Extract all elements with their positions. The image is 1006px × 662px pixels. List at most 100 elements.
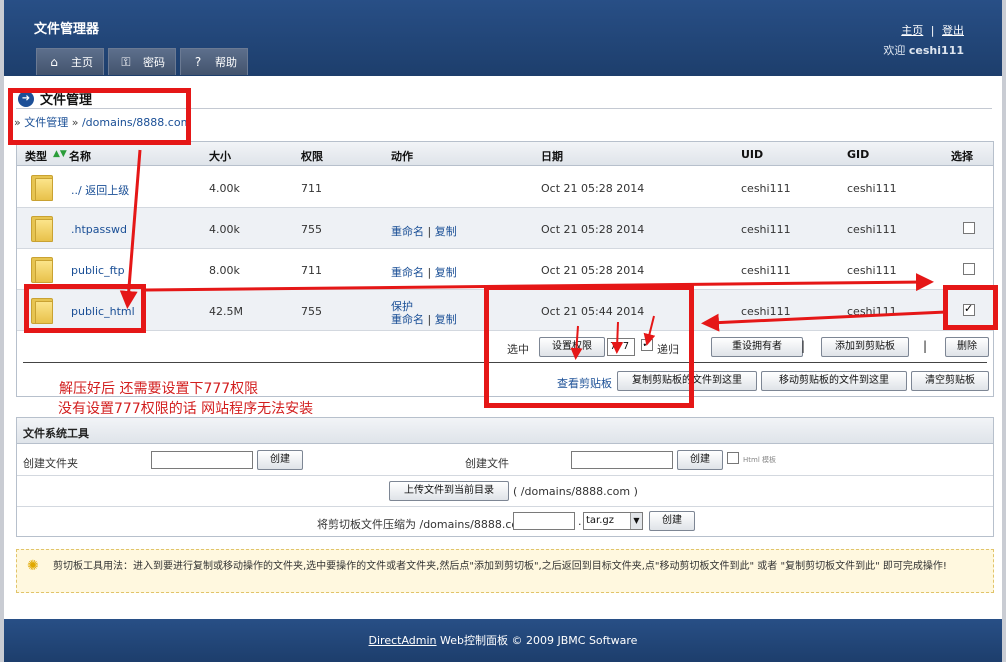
tools-row-upload: 上传文件到当前目录 ( /domains/8888.com ) (17, 476, 993, 507)
reset-owner-button[interactable]: 重设拥有者 (711, 337, 803, 357)
directadmin-link[interactable]: DirectAdmin (369, 634, 437, 647)
row-checkbox[interactable] (963, 263, 975, 275)
action-separator: | (427, 266, 432, 279)
file-size: 8.00k (209, 264, 240, 277)
file-date: Oct 21 05:28 2014 (541, 223, 645, 236)
selected-label: 选中 (507, 343, 529, 356)
upload-button[interactable]: 上传文件到当前目录 (389, 481, 509, 501)
file-name[interactable]: ../ 返回上级 (71, 182, 129, 198)
file-table: 类型 ▲▼ 名称 大小 权限 动作 日期 UID GID 选择 ../ 返回上级… (16, 141, 994, 397)
tab-home[interactable]: ⌂ 主页 (36, 48, 104, 75)
file-uid: ceshi111 (741, 305, 791, 318)
file-perm: 711 (301, 264, 322, 277)
col-action: 动作 (391, 150, 413, 163)
col-size[interactable]: 大小 (209, 148, 231, 164)
compress-dot: . (578, 515, 582, 528)
html-template-checkbox[interactable] (727, 452, 739, 464)
file-size: 4.00k (209, 182, 240, 195)
file-perm: 711 (301, 182, 322, 195)
create-folder-label: 创建文件夹 (23, 457, 78, 470)
username: ceshi111 (908, 44, 964, 57)
tools-row-create: 创建文件夹 创建 创建文件 创建 Html 模板 (17, 445, 993, 476)
logout-link[interactable]: 登出 (942, 24, 964, 37)
tools-row-compress: 将剪切板文件压缩为 /domains/8888.com . tar.gz ▼ 创… (17, 507, 993, 538)
move-clipboard-here-button[interactable]: 移动剪贴板的文件到这里 (761, 371, 907, 391)
tab-password-label: 密码 (143, 56, 165, 69)
create-folder-input[interactable] (151, 451, 253, 469)
table-row: public_ftp 8.00k 711 重命名 | 复制 Oct 21 05:… (17, 249, 993, 290)
copy-clipboard-here-button[interactable]: 复制剪贴板的文件到这里 (617, 371, 757, 391)
file-uid: ceshi111 (741, 264, 791, 277)
rename-link[interactable]: 重命名 (391, 225, 424, 238)
copy-link[interactable]: 复制 (435, 313, 457, 326)
col-perm[interactable]: 权限 (301, 148, 323, 164)
compress-format-select[interactable]: tar.gz ▼ (583, 512, 643, 530)
file-name[interactable]: public_html (71, 305, 135, 318)
set-permission-button[interactable]: 设置权限 (539, 337, 605, 357)
col-date[interactable]: 日期 (541, 148, 563, 164)
row-checkbox-checked[interactable] (963, 302, 975, 316)
create-file-button[interactable]: 创建 (677, 450, 723, 470)
separator: | (691, 339, 696, 353)
app-title: 文件管理器 (34, 22, 100, 37)
compress-name-input[interactable] (513, 512, 575, 530)
recursive-checkbox[interactable] (641, 337, 653, 351)
action-separator: | (427, 225, 432, 238)
file-system-tools: 文件系统工具 创建文件夹 创建 创建文件 创建 Html 模板 上传文件到当前目… (16, 417, 994, 537)
breadcrumb-root[interactable]: 文件管理 (24, 116, 68, 129)
col-type[interactable]: 类型 (25, 148, 47, 164)
title-divider (16, 108, 992, 109)
file-perm: 755 (301, 305, 322, 318)
create-file-label: 创建文件 (465, 457, 509, 470)
tools-title: 文件系统工具 (23, 427, 89, 440)
clear-clipboard-button[interactable]: 清空剪贴板 (911, 371, 989, 391)
create-file-input[interactable] (571, 451, 673, 469)
file-date: Oct 21 05:44 2014 (541, 305, 645, 318)
file-perm: 755 (301, 223, 322, 236)
file-date: Oct 21 05:28 2014 (541, 182, 645, 195)
file-gid: ceshi111 (847, 182, 897, 195)
tab-help-label: 帮助 (215, 56, 237, 69)
app-window: 文件管理器 主页 | 登出 欢迎 ceshi111 ⌂ 主页 ⚿ 密码 ? 帮助… (4, 0, 1002, 662)
breadcrumb-separator: » (14, 116, 21, 129)
table-row: public_html 42.5M 755 保护 重命名 | 复制 Oct 21… (17, 290, 993, 331)
recursive-label: 递归 (657, 343, 679, 356)
file-uid: ceshi111 (741, 182, 791, 195)
file-uid: ceshi111 (741, 223, 791, 236)
delete-button[interactable]: 删除 (945, 337, 989, 357)
upload-path: ( /domains/8888.com ) (513, 485, 638, 498)
welcome-text: 欢迎 ceshi111 (883, 42, 964, 58)
breadcrumb-separator: » (71, 116, 79, 129)
folder-icon (31, 175, 53, 201)
col-uid[interactable]: UID (741, 148, 763, 161)
view-clipboard-link[interactable]: 查看剪贴板 (557, 375, 612, 391)
row-checkbox[interactable] (963, 222, 975, 234)
copy-link[interactable]: 复制 (435, 225, 457, 238)
tab-password[interactable]: ⚿ 密码 (108, 48, 176, 75)
tab-help[interactable]: ? 帮助 (180, 48, 248, 75)
file-name[interactable]: .htpasswd (71, 223, 127, 236)
col-name[interactable]: 名称 (69, 148, 91, 164)
home-icon: ⌂ (50, 55, 58, 69)
add-to-clipboard-button[interactable]: 添加到剪贴板 (821, 337, 909, 357)
rename-link[interactable]: 重命名 (391, 313, 424, 326)
folder-icon (31, 298, 53, 324)
file-date: Oct 21 05:28 2014 (541, 264, 645, 277)
annotation-line-1: 解压好后 还需要设置下777权限 (59, 381, 259, 397)
footer: DirectAdmin Web控制面板 © 2009 JBMC Software (4, 619, 1002, 662)
permission-input[interactable]: 777 (607, 338, 635, 356)
html-template-label: Html 模板 (743, 456, 776, 464)
file-gid: ceshi111 (847, 305, 897, 318)
home-link[interactable]: 主页 (901, 24, 923, 37)
file-name[interactable]: public_ftp (71, 264, 125, 277)
breadcrumb-path[interactable]: /domains/8888.com (82, 116, 191, 129)
file-actions: 重命名 | 复制 (391, 311, 457, 327)
tools-header: 文件系统工具 (17, 418, 993, 444)
sort-icon[interactable]: ▲▼ (53, 149, 67, 159)
copy-link[interactable]: 复制 (435, 266, 457, 279)
create-folder-button[interactable]: 创建 (257, 450, 303, 470)
compress-create-button[interactable]: 创建 (649, 511, 695, 531)
rename-link[interactable]: 重命名 (391, 266, 424, 279)
col-gid[interactable]: GID (847, 148, 869, 161)
table-header: 类型 ▲▼ 名称 大小 权限 动作 日期 UID GID 选择 (17, 142, 993, 166)
